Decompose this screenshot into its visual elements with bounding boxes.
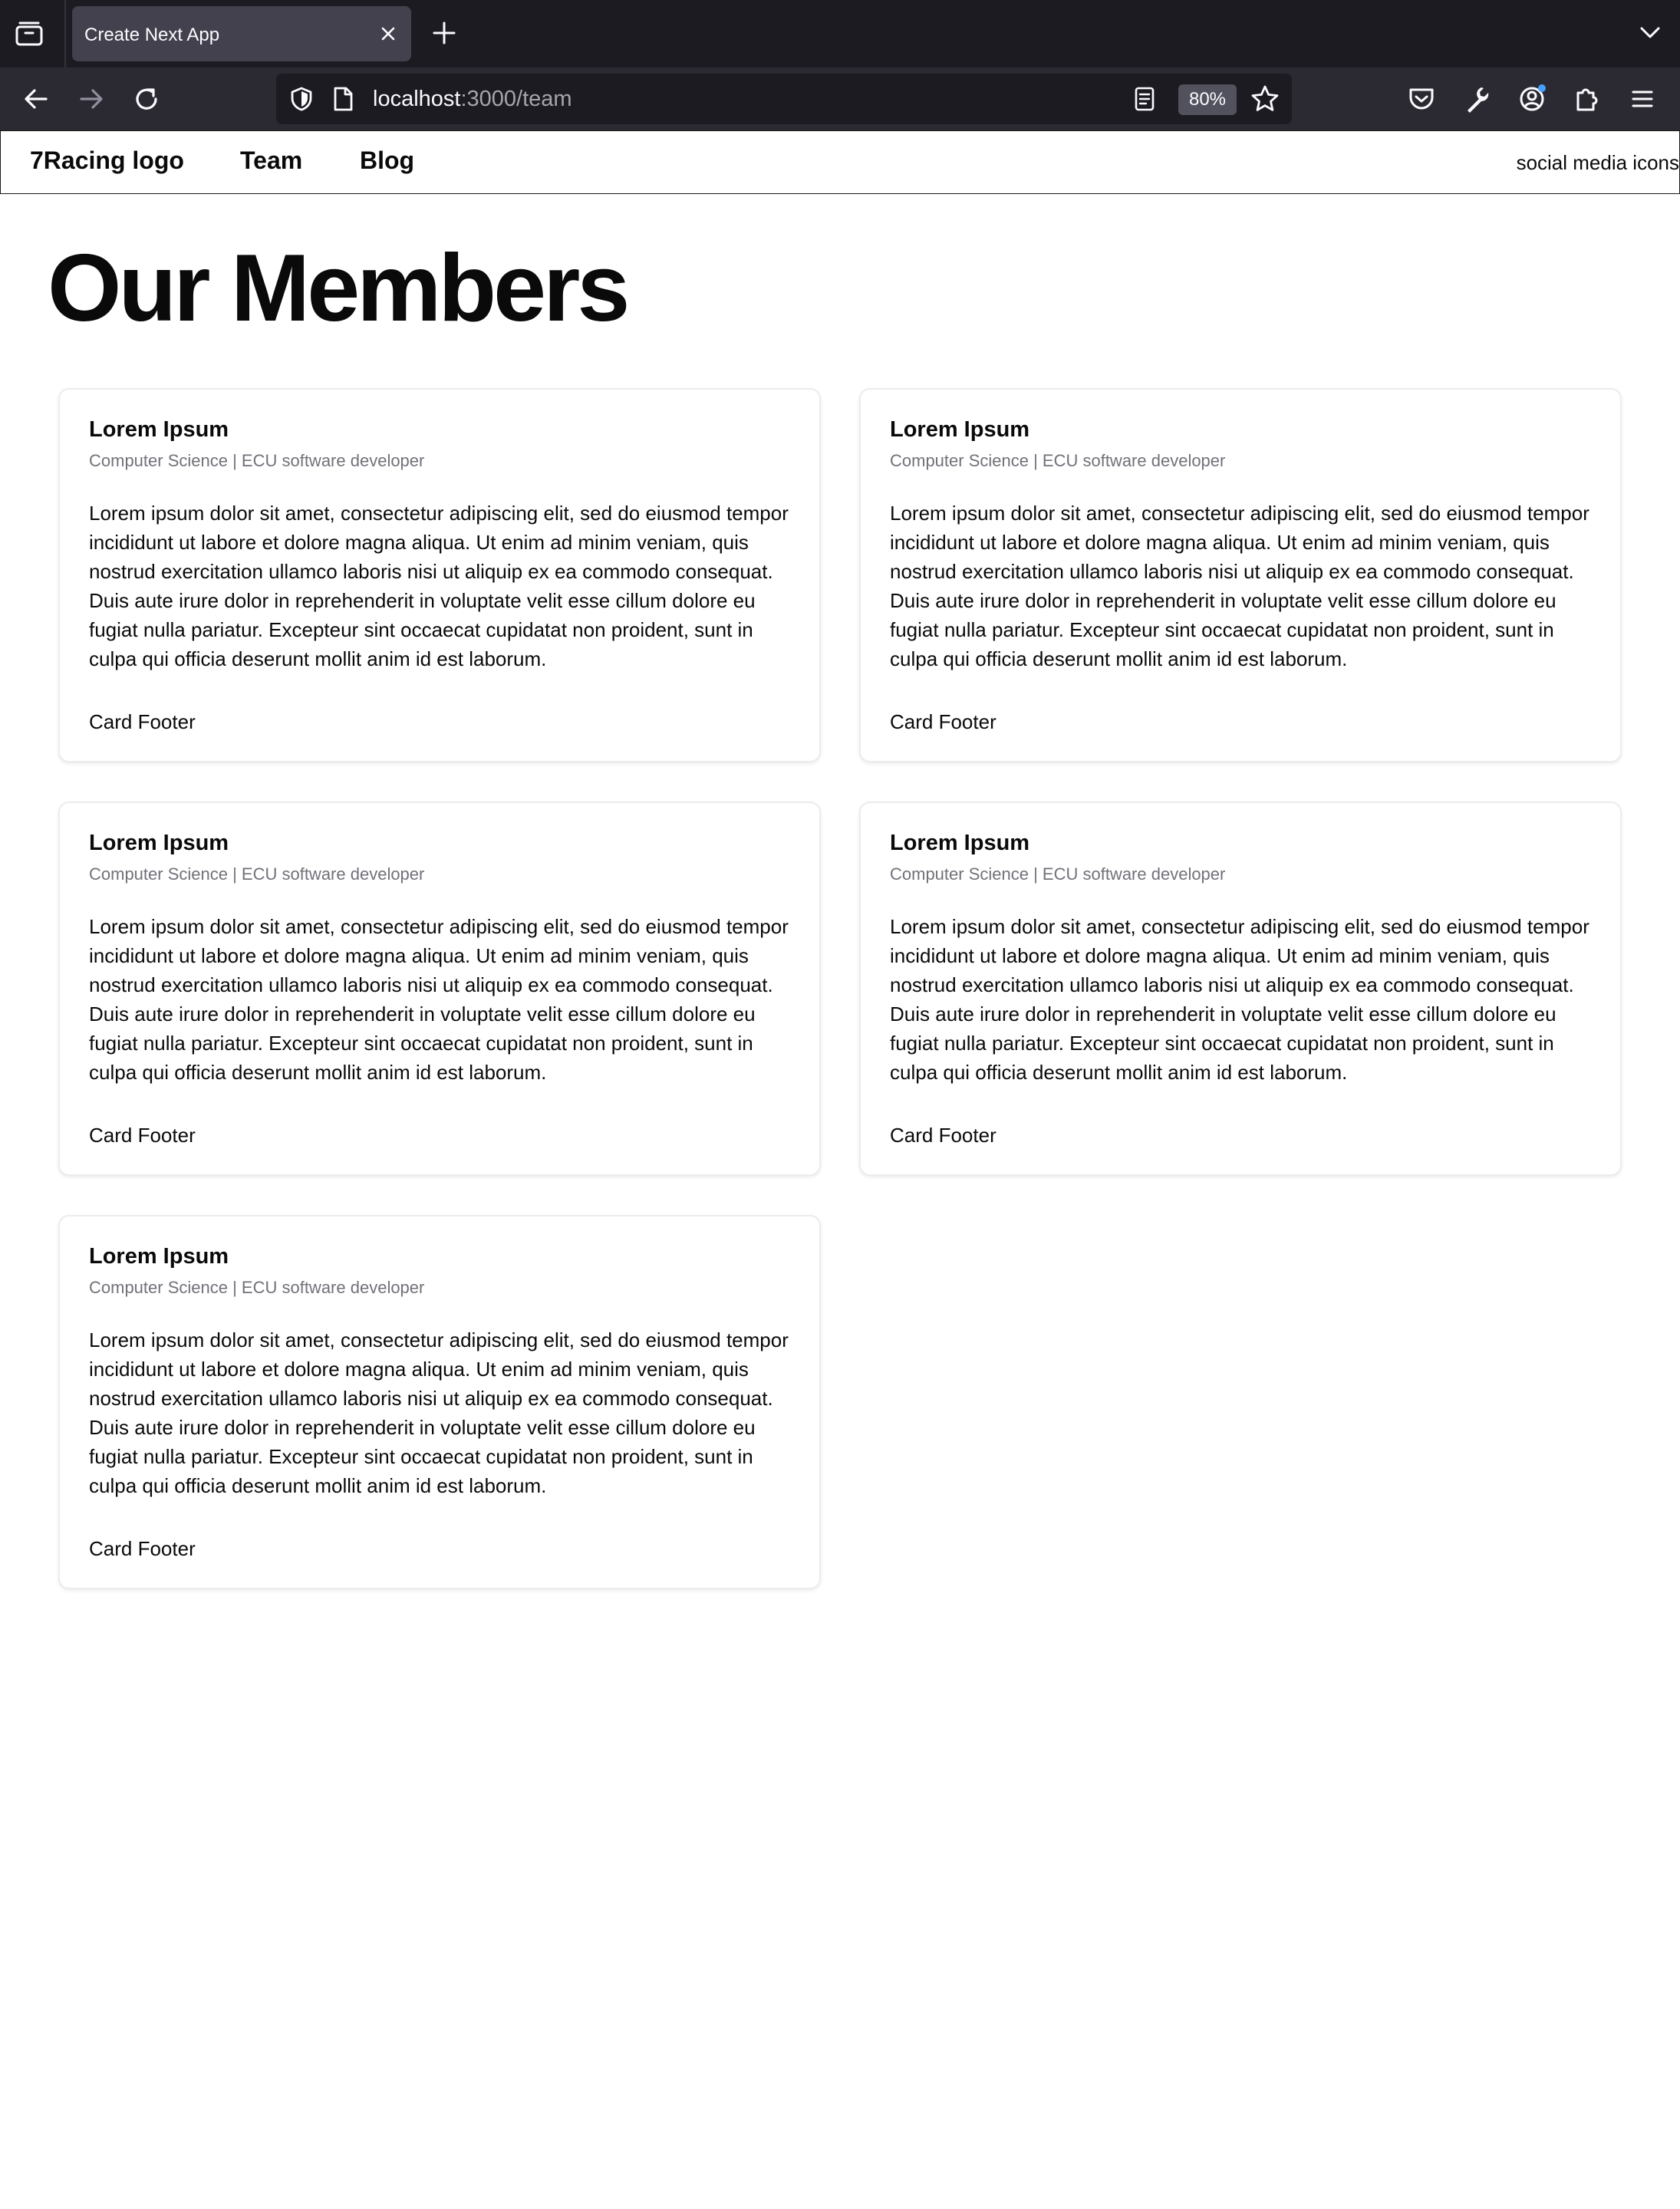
- member-role: Computer Science | ECU software develope…: [89, 451, 425, 470]
- member-bio: Lorem ipsum dolor sit amet, consectetur …: [89, 1328, 789, 1497]
- member-card: Lorem Ipsum Computer Science | ECU softw…: [859, 802, 1622, 1176]
- site-header: 7Racing logo Team Blog social media icon…: [0, 130, 1680, 194]
- account-icon[interactable]: [1516, 83, 1548, 115]
- reload-icon[interactable]: [130, 83, 163, 115]
- tab-manager-icon[interactable]: [14, 20, 44, 48]
- member-card: Lorem Ipsum Computer Science | ECU softw…: [859, 388, 1622, 762]
- browser-tab-bar: Create Next App: [0, 0, 1680, 67]
- member-bio: Lorem ipsum dolor sit amet, consectetur …: [89, 915, 789, 1084]
- member-role: Computer Science | ECU software develope…: [890, 451, 1226, 470]
- member-name: Lorem Ipsum: [890, 417, 1030, 442]
- card-footer: Card Footer: [890, 710, 996, 733]
- card-footer: Card Footer: [89, 1537, 196, 1560]
- pocket-icon[interactable]: [1405, 83, 1438, 115]
- member-role: Computer Science | ECU software develope…: [890, 864, 1226, 884]
- url-host: localhost: [373, 87, 461, 111]
- tab-active[interactable]: Create Next App: [72, 6, 411, 61]
- member-card: Lorem Ipsum Computer Science | ECU softw…: [58, 802, 821, 1176]
- site-logo[interactable]: 7Racing logo: [30, 146, 184, 175]
- card-footer: Card Footer: [89, 710, 196, 733]
- member-card: Lorem Ipsum Computer Science | ECU softw…: [58, 1215, 821, 1589]
- zoom-level-badge[interactable]: 80%: [1178, 84, 1237, 115]
- url-path: :3000/team: [460, 87, 572, 111]
- reader-view-icon[interactable]: [1132, 86, 1157, 112]
- member-card: Lorem Ipsum Computer Science | ECU softw…: [58, 388, 821, 762]
- member-name: Lorem Ipsum: [89, 1244, 229, 1269]
- page-info-icon[interactable]: [331, 86, 354, 112]
- browser-toolbar: localhost:3000/team 80%: [0, 67, 1680, 130]
- shield-icon[interactable]: [288, 86, 315, 112]
- forward-arrow-icon[interactable]: [75, 83, 107, 115]
- member-bio: Lorem ipsum dolor sit amet, consectetur …: [890, 502, 1589, 670]
- url-bar[interactable]: localhost:3000/team 80%: [276, 74, 1292, 124]
- wrench-icon[interactable]: [1461, 83, 1493, 115]
- member-role: Computer Science | ECU software develope…: [89, 864, 425, 884]
- close-tab-icon[interactable]: [377, 23, 399, 44]
- bookmark-star-icon[interactable]: [1250, 84, 1280, 114]
- member-name: Lorem Ipsum: [89, 831, 229, 855]
- page-title: Our Members: [48, 235, 630, 341]
- tab-divider: [64, 0, 66, 67]
- member-name: Lorem Ipsum: [890, 831, 1030, 855]
- extensions-puzzle-icon[interactable]: [1571, 83, 1603, 115]
- member-bio: Lorem ipsum dolor sit amet, consectetur …: [890, 915, 1589, 1084]
- nav-link-blog[interactable]: Blog: [360, 146, 414, 175]
- social-media-icons[interactable]: social media icons: [1517, 151, 1679, 175]
- member-bio: Lorem ipsum dolor sit amet, consectetur …: [89, 502, 789, 670]
- back-arrow-icon[interactable]: [20, 83, 52, 115]
- card-footer: Card Footer: [890, 1124, 996, 1147]
- new-tab-icon[interactable]: [431, 20, 457, 46]
- url-text[interactable]: localhost:3000/team: [373, 87, 572, 112]
- tab-title: Create Next App: [84, 25, 220, 45]
- member-role: Computer Science | ECU software develope…: [89, 1278, 425, 1297]
- hamburger-menu-icon[interactable]: [1626, 83, 1659, 115]
- nav-link-team[interactable]: Team: [240, 146, 302, 175]
- card-footer: Card Footer: [89, 1124, 196, 1147]
- chevron-down-icon[interactable]: [1639, 23, 1662, 41]
- member-name: Lorem Ipsum: [89, 417, 229, 442]
